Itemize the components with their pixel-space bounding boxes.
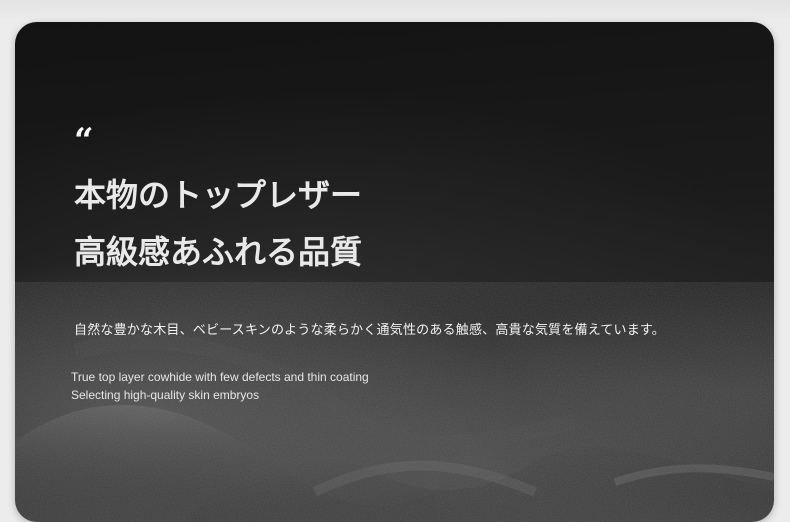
headline-line-2: 高級感あふれる品質 bbox=[74, 233, 363, 271]
headline-line-1: 本物のトップレザー bbox=[74, 176, 363, 214]
page-top-strip bbox=[0, 0, 790, 22]
hero-card: “ 本物のトップレザー 高級感あふれる品質 自然な豊かな木目、ベビースキンのよう… bbox=[15, 22, 774, 522]
description-japanese: 自然な豊かな木目、ベビースキンのような柔らかく通気性のある触感、高貴な気質を備え… bbox=[74, 323, 666, 338]
quote-mark-icon: “ bbox=[74, 121, 94, 161]
description-english-line-1: True top layer cowhide with few defects … bbox=[71, 370, 369, 384]
description-english-line-2: Selecting high-quality skin embryos bbox=[71, 388, 260, 402]
hero-content: “ 本物のトップレザー 高級感あふれる品質 自然な豊かな木目、ベビースキンのよう… bbox=[15, 22, 774, 522]
